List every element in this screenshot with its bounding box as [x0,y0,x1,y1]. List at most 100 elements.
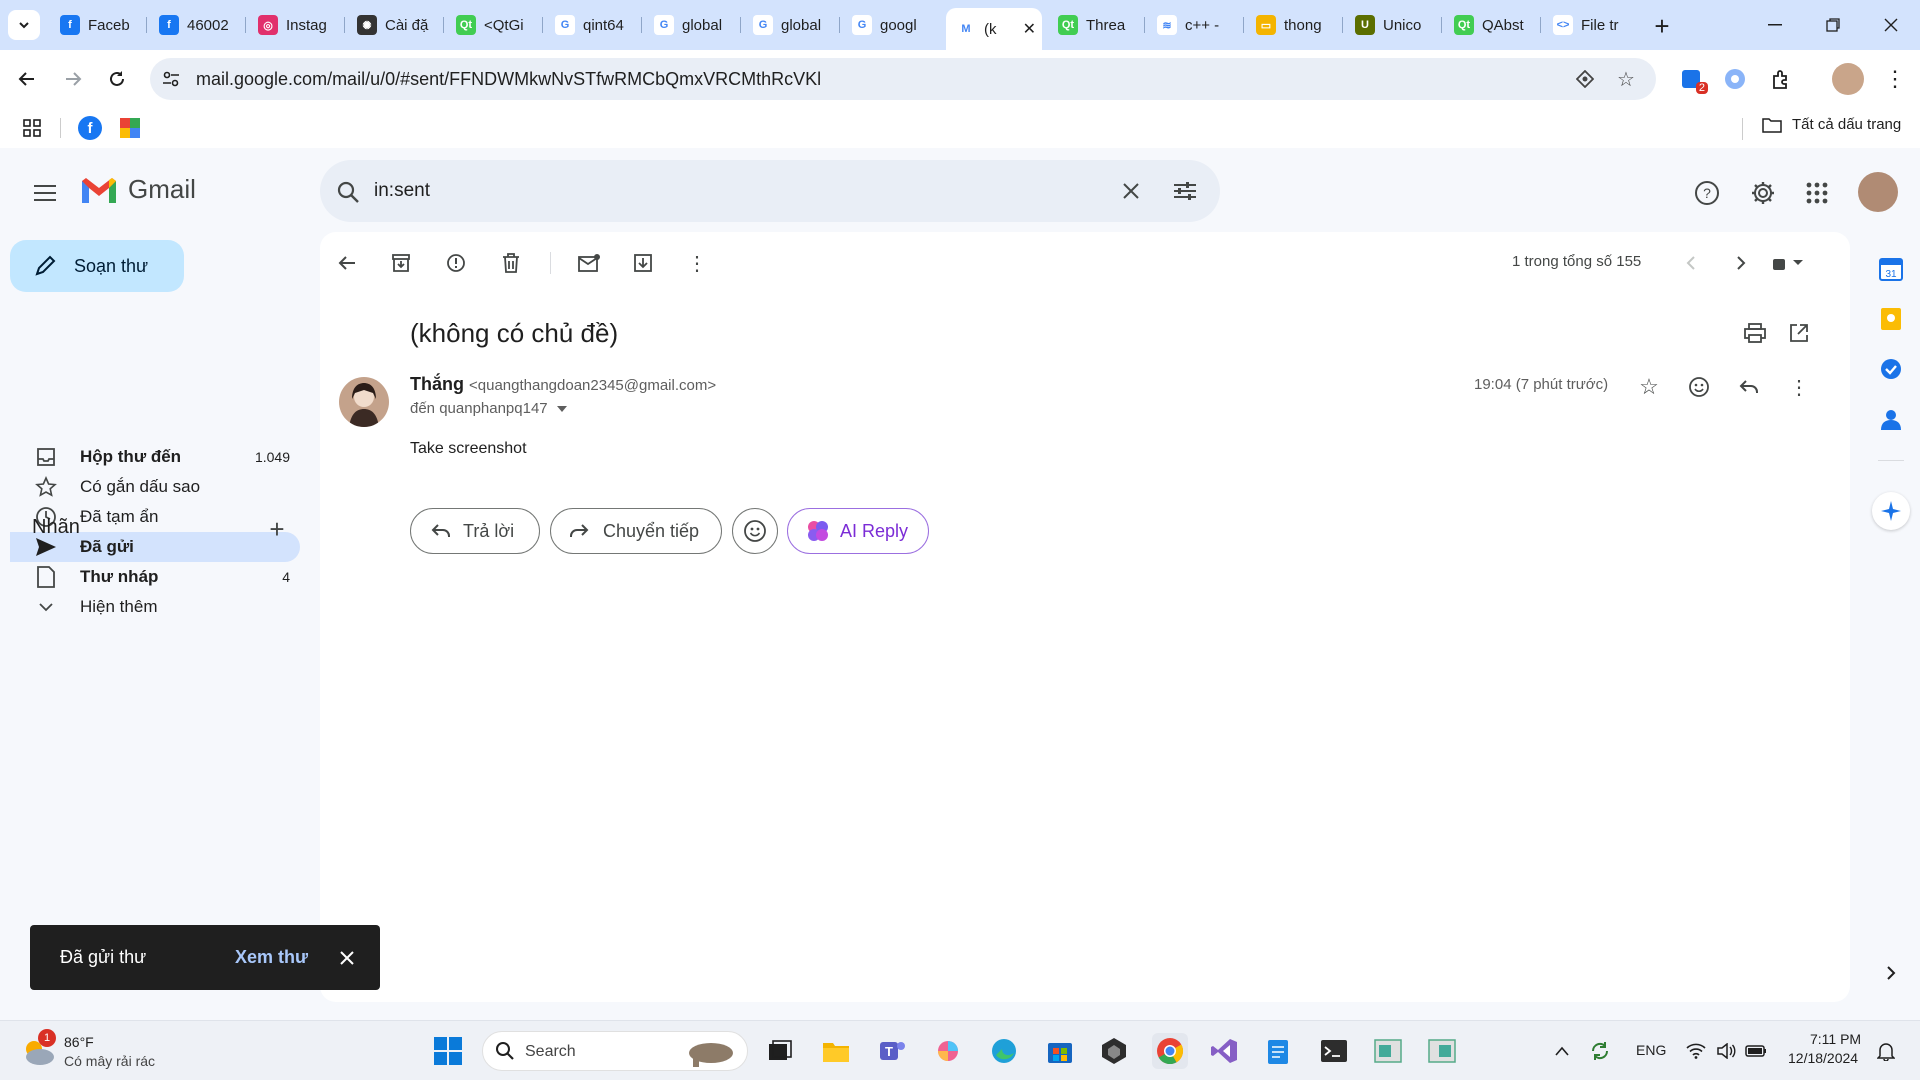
close-tab-icon[interactable]: ✕ [1023,19,1036,39]
delete-icon[interactable] [496,248,526,278]
browser-tab[interactable]: Ggoogl [842,8,934,42]
minimize-icon[interactable] [1760,10,1790,40]
forward-button[interactable]: Chuyển tiếp [550,508,722,554]
nav-item[interactable]: Có gắn dấu sao [10,472,300,502]
browser-tab[interactable]: ▭ thong [1246,8,1338,42]
back-to-list-icon[interactable] [332,248,362,278]
browser-tab[interactable]: Qt Threa [1048,8,1140,42]
recipients-toggle[interactable]: đến quanphanpq147 [410,400,568,417]
clock-date[interactable]: 12/18/2024 [1788,1050,1858,1066]
search-input[interactable]: in:sent [374,180,430,202]
archive-icon[interactable] [386,248,416,278]
ai-reply-button[interactable]: AI Reply [787,508,929,554]
language-indicator[interactable]: ENG [1636,1042,1666,1058]
edge-icon[interactable] [986,1033,1022,1069]
extensions-puzzle-icon[interactable] [1766,64,1796,94]
profile-avatar[interactable] [1832,63,1864,95]
message-more-icon[interactable]: ⋮ [1784,372,1814,402]
site-info-icon[interactable] [160,68,182,90]
start-button[interactable] [430,1033,466,1069]
file-explorer-icon[interactable] [818,1033,854,1069]
nav-item[interactable]: Hộp thư đến 1.049 [10,442,300,472]
older-chevron-icon[interactable] [1726,248,1756,278]
teams-icon[interactable]: T [874,1033,910,1069]
contacts-icon[interactable] [1874,402,1908,436]
browser-tab[interactable]: ◎ Instag [248,8,340,42]
browser-tab[interactable]: Gglobal [644,8,736,42]
app-window-icon[interactable] [1370,1033,1406,1069]
all-bookmarks-button[interactable]: Tất cả dấu trang [1762,116,1901,133]
browser-tab[interactable]: M (k ✕ [946,8,1042,50]
notepad-icon[interactable] [1260,1033,1296,1069]
copilot-icon[interactable] [930,1033,966,1069]
keep-icon[interactable] [1874,302,1908,336]
collapse-panel-icon[interactable] [1876,958,1906,988]
newer-chevron-icon[interactable] [1676,248,1706,278]
settings-gear-icon[interactable] [1746,176,1780,210]
mark-unread-icon[interactable] [574,248,604,278]
tasks-icon[interactable] [1874,352,1908,386]
more-actions-icon[interactable]: ⋮ [682,248,712,278]
chrome-taskbar-icon[interactable] [1152,1033,1188,1069]
nav-item[interactable]: Hiện thêm [10,592,300,622]
clear-search-icon[interactable] [1116,176,1146,206]
chrome-menu-icon[interactable]: ⋮ [1880,64,1910,94]
star-email-icon[interactable]: ☆ [1634,372,1664,402]
terminal-icon[interactable] [1316,1033,1352,1069]
gmail-logo[interactable]: Gmail [80,174,196,205]
calendar-icon[interactable]: 31 [1874,252,1908,286]
unity-icon[interactable] [1096,1033,1132,1069]
forward-icon[interactable] [58,64,88,94]
search-options-icon[interactable] [1170,176,1200,206]
wifi-icon[interactable] [1682,1037,1710,1065]
move-to-icon[interactable] [628,248,658,278]
reply-icon[interactable] [1734,372,1764,402]
search-bar[interactable]: in:sent [320,160,1220,222]
nav-item[interactable]: Thư nháp 4 [10,562,300,592]
browser-tab[interactable]: ✺ Cài đặ [347,8,439,42]
volume-icon[interactable] [1712,1037,1740,1065]
main-menu-icon[interactable] [28,176,62,210]
task-view-icon[interactable] [762,1033,798,1069]
search-icon[interactable] [334,178,362,206]
extension-search-icon[interactable] [1720,64,1750,94]
compose-button[interactable]: Soạn thư [10,240,184,292]
back-icon[interactable] [12,64,42,94]
input-tools-icon[interactable] [1764,248,1812,278]
taskbar-search-box[interactable]: Search [482,1031,748,1071]
browser-tab[interactable]: Qt <QtGi [446,8,538,42]
weather-widget[interactable]: 1 86°F Có mây rải rác [20,1029,200,1073]
clock-time[interactable]: 7:11 PM [1810,1031,1861,1047]
account-avatar[interactable] [1858,172,1898,212]
address-bar[interactable]: mail.google.com/mail/u/0/#sent/FFNDWMkwN… [150,58,1656,100]
tab-search-button[interactable] [8,10,40,40]
emoji-reaction-icon[interactable] [1684,372,1714,402]
close-window-icon[interactable] [1876,10,1906,40]
bookmark-star-icon[interactable]: ☆ [1615,68,1637,91]
store-icon[interactable] [1042,1033,1078,1069]
restore-icon[interactable] [1818,10,1848,40]
close-snackbar-icon[interactable] [332,943,362,973]
report-spam-icon[interactable] [441,248,471,278]
lens-icon[interactable] [1574,68,1596,90]
browser-tab[interactable]: ≋ c++ - [1147,8,1239,42]
new-tab-icon[interactable]: + [1648,11,1676,41]
browser-tab[interactable]: f 46002 [149,8,241,42]
add-label-icon[interactable]: + [262,514,292,544]
visual-studio-icon[interactable] [1206,1033,1242,1069]
view-message-link[interactable]: Xem thư [235,947,308,968]
browser-tab[interactable]: Qt QAbst [1444,8,1536,42]
google-sheets-bookmark-icon[interactable] [118,116,142,140]
emoji-button[interactable] [732,508,778,554]
reload-icon[interactable] [102,64,132,94]
sender-avatar[interactable] [339,377,389,427]
google-apps-icon[interactable] [1800,176,1834,210]
battery-icon[interactable] [1742,1037,1770,1065]
help-icon[interactable]: ? [1690,176,1724,210]
sender-name[interactable]: Thắng [410,374,464,394]
tray-chevron-up-icon[interactable] [1548,1037,1576,1065]
sync-icon[interactable] [1586,1037,1614,1065]
reply-button[interactable]: Trả lời [410,508,540,554]
browser-tab[interactable]: <> File tr [1543,8,1635,42]
open-new-window-icon[interactable] [1784,318,1814,348]
